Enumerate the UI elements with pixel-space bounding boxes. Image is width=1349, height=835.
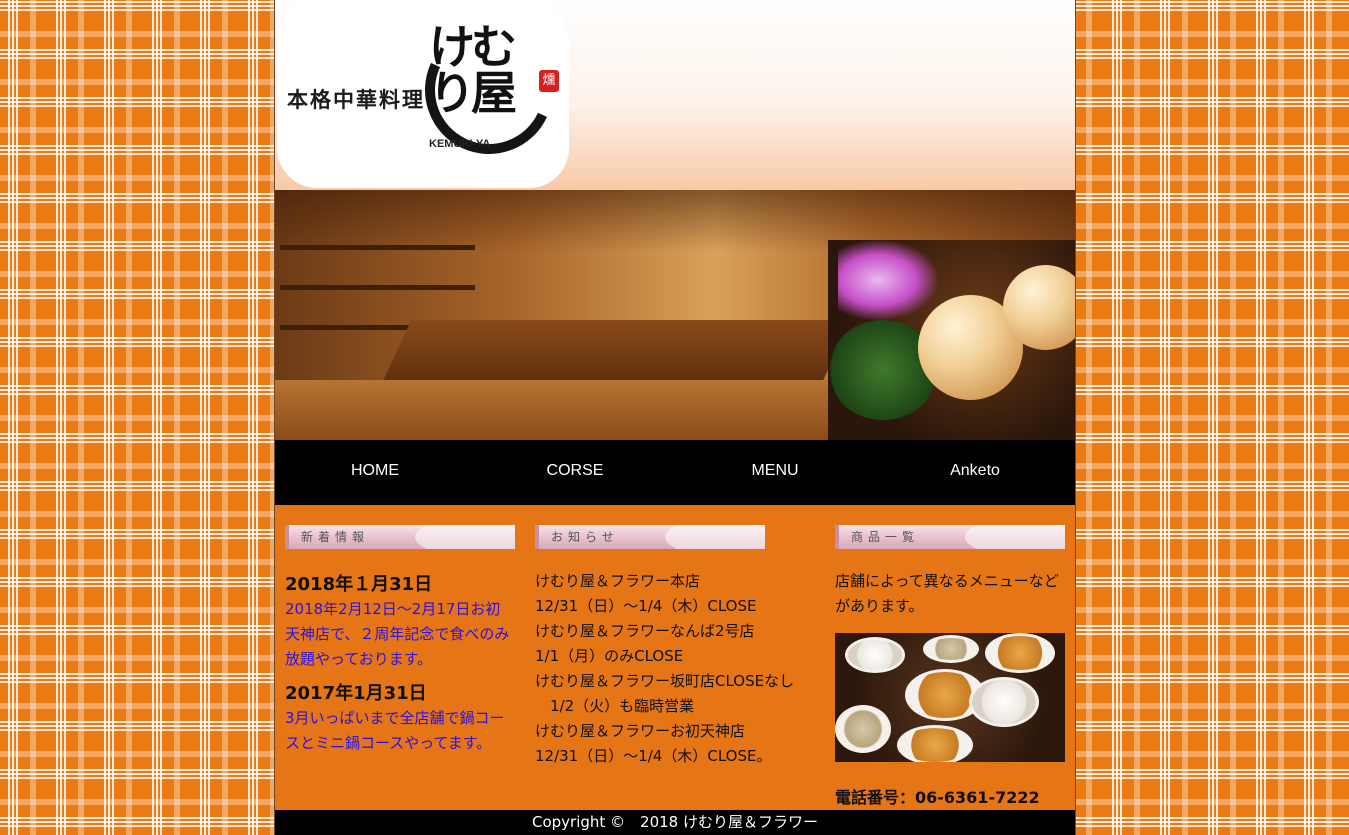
products-column: 商品一覧 店舗によって異なるメニューなどがあります。 電話番号：06-6361-… — [835, 525, 1065, 808]
notice-column: お知らせ けむり屋＆フラワー本店 12/31（日）～1/4（木）CLOSE けむ… — [535, 525, 815, 769]
notice-line: 1/2（火）も臨時営業 — [535, 697, 695, 715]
notice-body: けむり屋＆フラワー本店 12/31（日）～1/4（木）CLOSE けむり屋＆フラ… — [535, 569, 815, 769]
main-nav: HOME CORSE MENU Anketo — [275, 440, 1075, 505]
food-plate — [969, 677, 1039, 727]
logo-mark: けむり屋 燻 KEMURI-YA — [406, 7, 572, 173]
food-plate — [923, 635, 979, 663]
notice-line: けむり屋＆フラワー坂町店CLOSEなし — [535, 672, 795, 690]
notice-line: けむり屋＆フラワー本店 — [535, 572, 701, 590]
site-footer: Copyright © 2018 けむり屋＆フラワー — [275, 810, 1075, 835]
notice-line: けむり屋＆フラワーお初天神店 — [535, 722, 746, 740]
products-heading: 商品一覧 — [835, 525, 1065, 549]
notice-heading: お知らせ — [535, 525, 765, 549]
site-header: 本格中華料理 けむり屋 燻 KEMURI-YA — [275, 0, 1075, 190]
food-plate — [985, 633, 1055, 673]
food-plate — [835, 705, 891, 753]
news-text[interactable]: 2018年2月12日～2月17日お初天神店で、２周年記念で食べのみ放題やっており… — [285, 597, 515, 672]
news-heading: 新着情報 — [285, 525, 515, 549]
shelf — [280, 245, 475, 250]
nav-corse[interactable]: CORSE — [475, 440, 675, 505]
nav-home[interactable]: HOME — [275, 440, 475, 505]
site-logo[interactable]: 本格中華料理 けむり屋 燻 KEMURI-YA — [277, 2, 572, 188]
logo-title: けむり屋 — [429, 20, 517, 120]
notice-line: 12/31（日）～1/4（木）CLOSE。 — [535, 747, 772, 765]
products-text: 店舗によって異なるメニューなどがあります。 — [835, 572, 1059, 615]
notice-line: 12/31（日）～1/4（木）CLOSE — [535, 597, 757, 615]
notice-line: けむり屋＆フラワーなんば2号店 — [535, 622, 755, 640]
logo-seal: 燻 — [539, 70, 559, 92]
nav-menu[interactable]: MENU — [675, 440, 875, 505]
logo-english: KEMURI-YA — [429, 138, 491, 150]
notice-line: 1/1（月）のみCLOSE — [535, 647, 684, 665]
orchid-flower — [838, 240, 938, 320]
news-date: 2017年1月31日 — [285, 683, 427, 704]
phone-number: 電話番号：06-6361-7222 — [835, 788, 1040, 807]
food-spread-photo[interactable] — [835, 633, 1065, 762]
nav-anketo[interactable]: Anketo — [875, 440, 1075, 505]
sesame-balls-photo — [828, 240, 1075, 440]
food-plate — [897, 725, 973, 762]
floor — [275, 380, 835, 440]
news-text[interactable]: 3月いっぱいまで全店舗で鍋コースとミニ鍋コースやってます。 — [285, 706, 515, 756]
food-plate — [845, 637, 905, 673]
news-date: 2018年１月31日 — [285, 574, 433, 595]
shelf — [280, 285, 475, 290]
page-wrapper: 本格中華料理 けむり屋 燻 KEMURI-YA HOME CORSE MENU — [275, 0, 1075, 835]
logo-subtitle: 本格中華料理 — [287, 87, 425, 112]
hero-banner — [275, 190, 1075, 440]
news-column: 新着情報 2018年１月31日 2018年2月12日～2月17日お初天神店で、２… — [285, 525, 515, 756]
